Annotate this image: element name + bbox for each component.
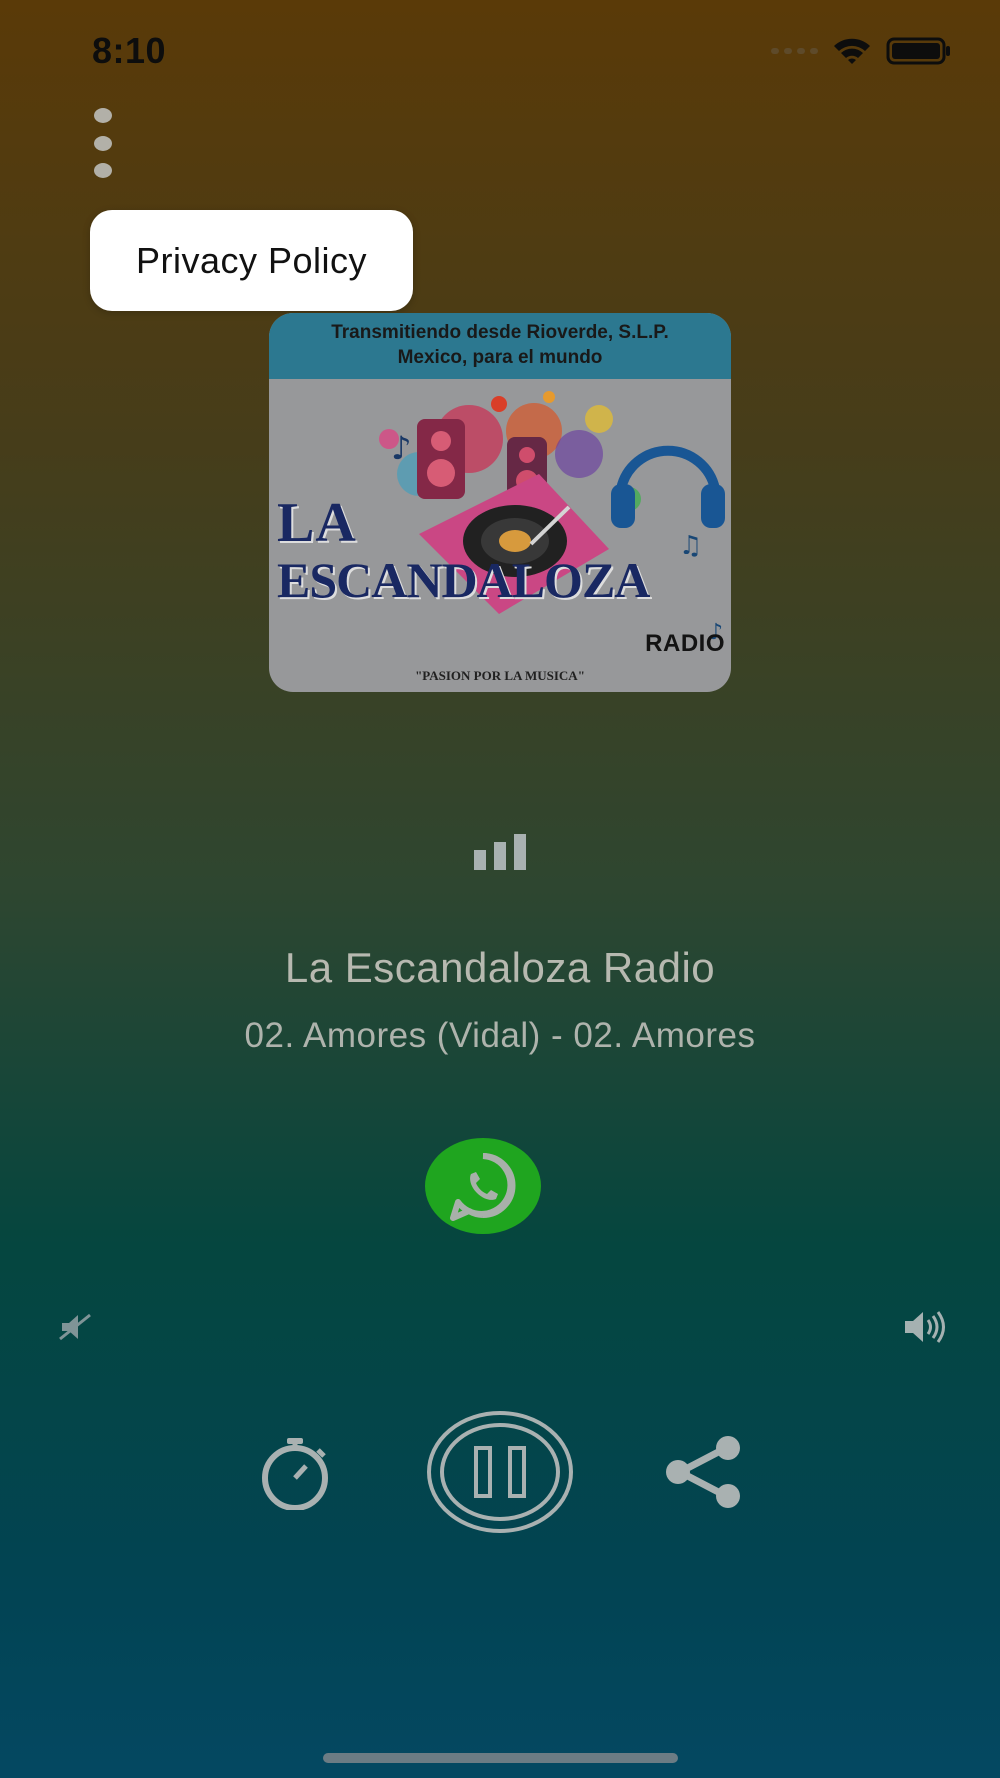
cellular-signal-icon xyxy=(771,48,818,54)
track-title: 02. Amores (Vidal) - 02. Amores xyxy=(244,1016,756,1055)
logo-banner: Transmitiendo desde Rioverde, S.L.P. Mex… xyxy=(269,313,731,379)
privacy-policy-menu-item[interactable]: Privacy Policy xyxy=(90,210,413,311)
logo-word-radio: RADIO xyxy=(645,630,725,657)
wifi-icon xyxy=(834,38,870,64)
logo-word-name: ESCANDALOZA xyxy=(277,552,650,608)
player-screen: 8:10 Privacy Policy Transmitiendo desde … xyxy=(0,0,1000,1778)
battery-icon xyxy=(886,37,950,65)
logo-banner-line1: Transmitiendo desde Rioverde, S.L.P. xyxy=(331,322,669,344)
more-vertical-icon[interactable] xyxy=(88,108,118,178)
volume-mute-icon[interactable] xyxy=(58,1312,92,1342)
timer-icon[interactable] xyxy=(258,1436,332,1510)
status-icons xyxy=(771,36,952,66)
whatsapp-icon[interactable] xyxy=(425,1138,541,1234)
logo-word-la: LA xyxy=(277,492,357,554)
privacy-policy-label: Privacy Policy xyxy=(135,239,368,281)
volume-up-icon[interactable] xyxy=(903,1309,947,1345)
svg-text:♪: ♪ xyxy=(391,429,411,467)
logo-tagline: "PASION POR LA MUSICA" xyxy=(415,668,585,683)
status-time: 8:10 xyxy=(92,30,167,71)
pause-button[interactable] xyxy=(426,1410,574,1534)
logo-banner-line2: Mexico, para el mundo xyxy=(397,347,603,368)
share-icon[interactable] xyxy=(664,1436,744,1508)
station-logo: Transmitiendo desde Rioverde, S.L.P. Mex… xyxy=(269,313,731,692)
station-name: La Escandaloza Radio xyxy=(284,944,716,991)
svg-text:♫: ♫ xyxy=(679,531,702,561)
home-indicator xyxy=(323,1753,678,1763)
equalizer-icon xyxy=(474,834,526,870)
